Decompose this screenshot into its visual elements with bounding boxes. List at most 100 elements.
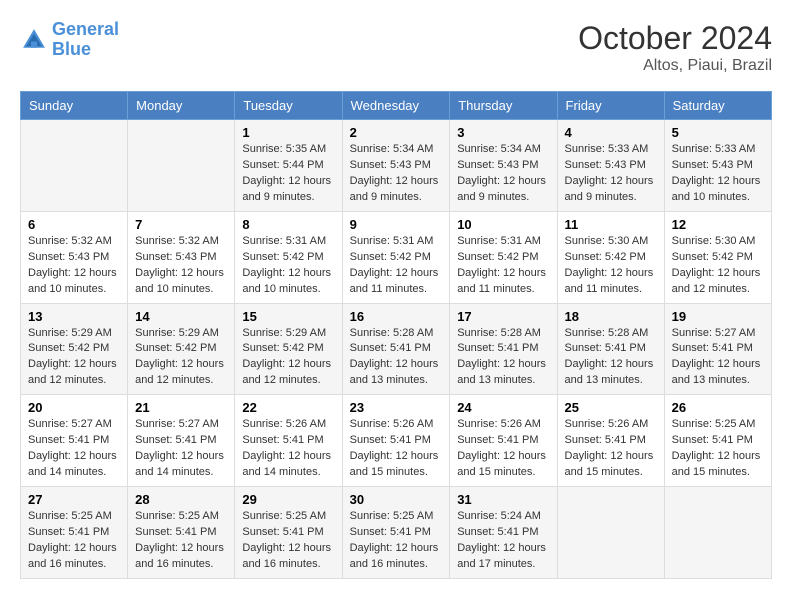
calendar-cell: 5 Sunrise: 5:33 AMSunset: 5:43 PMDaylight… — [664, 120, 771, 212]
logo-icon — [20, 26, 48, 54]
calendar-cell: 3 Sunrise: 5:34 AMSunset: 5:43 PMDaylight… — [450, 120, 557, 212]
day-info: Sunrise: 5:29 AMSunset: 5:42 PMDaylight:… — [28, 326, 120, 390]
week-row-5: 27Sunrise: 5:25 AMSunset: 5:41 PMDayligh… — [21, 487, 772, 579]
day-info: Sunrise: 5:29 AMSunset: 5:42 PMDaylight:… — [135, 326, 227, 390]
day-number: 5 — [672, 125, 764, 140]
day-info: Sunrise: 5:31 AMSunset: 5:42 PMDaylight:… — [242, 234, 334, 298]
logo: General Blue — [20, 20, 119, 60]
logo-line1: General — [52, 19, 119, 39]
day-info: Sunrise: 5:25 AMSunset: 5:41 PMDaylight:… — [135, 509, 227, 573]
day-info: Sunrise: 5:33 AMSunset: 5:43 PMDaylight:… — [672, 142, 764, 206]
day-info: Sunrise: 5:28 AMSunset: 5:41 PMDaylight:… — [350, 326, 443, 390]
day-info: Sunrise: 5:34 AMSunset: 5:43 PMDaylight:… — [350, 142, 443, 206]
header-cell-friday: Friday — [557, 92, 664, 120]
calendar-cell: 21 Sunrise: 5:27 AMSunset: 5:41 PMDayligh… — [128, 395, 235, 487]
location-subtitle: Altos, Piaui, Brazil — [578, 57, 772, 75]
header-cell-saturday: Saturday — [664, 92, 771, 120]
day-info: Sunrise: 5:30 AMSunset: 5:42 PMDaylight:… — [672, 234, 764, 298]
day-info: Sunrise: 5:26 AMSunset: 5:41 PMDaylight:… — [242, 417, 334, 481]
calendar-cell: 22 Sunrise: 5:26 AMSunset: 5:41 PMDayligh… — [235, 395, 342, 487]
calendar-cell: 8 Sunrise: 5:31 AMSunset: 5:42 PMDaylight… — [235, 211, 342, 303]
day-number: 7 — [135, 217, 227, 232]
title-block: October 2024 Altos, Piaui, Brazil — [578, 20, 772, 75]
day-info: Sunrise: 5:26 AMSunset: 5:41 PMDaylight:… — [565, 417, 657, 481]
day-info: Sunrise: 5:24 AMSunset: 5:41 PMDaylight:… — [457, 509, 549, 573]
calendar-cell: 25 Sunrise: 5:26 AMSunset: 5:41 PMDayligh… — [557, 395, 664, 487]
day-number: 25 — [565, 400, 657, 415]
calendar-cell: 30 Sunrise: 5:25 AMSunset: 5:41 PMDayligh… — [342, 487, 450, 579]
week-row-2: 6 Sunrise: 5:32 AMSunset: 5:43 PMDaylight… — [21, 211, 772, 303]
day-number: 18 — [565, 309, 657, 324]
day-info: Sunrise: 5:33 AMSunset: 5:43 PMDaylight:… — [565, 142, 657, 206]
day-number: 12 — [672, 217, 764, 232]
day-number: 6 — [28, 217, 120, 232]
header-row: SundayMondayTuesdayWednesdayThursdayFrid… — [21, 92, 772, 120]
day-number: 13 — [28, 309, 120, 324]
calendar-cell: 6Sunrise: 5:32 AMSunset: 5:43 PMDaylight… — [21, 211, 128, 303]
calendar-cell: 9 Sunrise: 5:31 AMSunset: 5:42 PMDaylight… — [342, 211, 450, 303]
day-info: Sunrise: 5:30 AMSunset: 5:42 PMDaylight:… — [565, 234, 657, 298]
day-number: 1 — [242, 125, 334, 140]
day-info: Sunrise: 5:27 AMSunset: 5:41 PMDaylight:… — [135, 417, 227, 481]
day-number: 17 — [457, 309, 549, 324]
day-info: Sunrise: 5:31 AMSunset: 5:42 PMDaylight:… — [457, 234, 549, 298]
calendar-cell: 29 Sunrise: 5:25 AMSunset: 5:41 PMDayligh… — [235, 487, 342, 579]
day-info: Sunrise: 5:31 AMSunset: 5:42 PMDaylight:… — [350, 234, 443, 298]
calendar-cell: 15Sunrise: 5:29 AMSunset: 5:42 PMDayligh… — [235, 303, 342, 395]
calendar-cell: 31Sunrise: 5:24 AMSunset: 5:41 PMDayligh… — [450, 487, 557, 579]
day-info: Sunrise: 5:28 AMSunset: 5:41 PMDaylight:… — [565, 326, 657, 390]
calendar-cell: 1 Sunrise: 5:35 AMSunset: 5:44 PMDaylight… — [235, 120, 342, 212]
calendar-cell: 28Sunrise: 5:25 AMSunset: 5:41 PMDayligh… — [128, 487, 235, 579]
calendar-cell: 13 Sunrise: 5:29 AMSunset: 5:42 PMDayligh… — [21, 303, 128, 395]
day-info: Sunrise: 5:34 AMSunset: 5:43 PMDaylight:… — [457, 142, 549, 206]
calendar-cell: 2 Sunrise: 5:34 AMSunset: 5:43 PMDaylight… — [342, 120, 450, 212]
day-info: Sunrise: 5:35 AMSunset: 5:44 PMDaylight:… — [242, 142, 334, 206]
day-number: 2 — [350, 125, 443, 140]
day-number: 9 — [350, 217, 443, 232]
calendar-cell: 11Sunrise: 5:30 AMSunset: 5:42 PMDayligh… — [557, 211, 664, 303]
calendar-cell: 19 Sunrise: 5:27 AMSunset: 5:41 PMDayligh… — [664, 303, 771, 395]
day-number: 22 — [242, 400, 334, 415]
page-header: General Blue October 2024 Altos, Piaui, … — [20, 20, 772, 75]
day-info: Sunrise: 5:25 AMSunset: 5:41 PMDaylight:… — [28, 509, 120, 573]
calendar-cell: 26 Sunrise: 5:25 AMSunset: 5:41 PMDayligh… — [664, 395, 771, 487]
day-info: Sunrise: 5:25 AMSunset: 5:41 PMDaylight:… — [350, 509, 443, 573]
day-info: Sunrise: 5:26 AMSunset: 5:41 PMDaylight:… — [457, 417, 549, 481]
day-info: Sunrise: 5:28 AMSunset: 5:41 PMDaylight:… — [457, 326, 549, 390]
header-cell-tuesday: Tuesday — [235, 92, 342, 120]
day-number: 8 — [242, 217, 334, 232]
calendar-cell: 27Sunrise: 5:25 AMSunset: 5:41 PMDayligh… — [21, 487, 128, 579]
week-row-3: 13 Sunrise: 5:29 AMSunset: 5:42 PMDayligh… — [21, 303, 772, 395]
day-number: 29 — [242, 492, 334, 507]
day-number: 26 — [672, 400, 764, 415]
day-number: 16 — [350, 309, 443, 324]
calendar-cell: 14 Sunrise: 5:29 AMSunset: 5:42 PMDayligh… — [128, 303, 235, 395]
day-number: 15 — [242, 309, 334, 324]
day-number: 3 — [457, 125, 549, 140]
day-number: 21 — [135, 400, 227, 415]
calendar-cell: 24Sunrise: 5:26 AMSunset: 5:41 PMDayligh… — [450, 395, 557, 487]
week-row-4: 20Sunrise: 5:27 AMSunset: 5:41 PMDayligh… — [21, 395, 772, 487]
calendar-cell: 7 Sunrise: 5:32 AMSunset: 5:43 PMDaylight… — [128, 211, 235, 303]
day-info: Sunrise: 5:25 AMSunset: 5:41 PMDaylight:… — [242, 509, 334, 573]
day-info: Sunrise: 5:27 AMSunset: 5:41 PMDaylight:… — [672, 326, 764, 390]
day-number: 23 — [350, 400, 443, 415]
header-cell-sunday: Sunday — [21, 92, 128, 120]
day-info: Sunrise: 5:25 AMSunset: 5:41 PMDaylight:… — [672, 417, 764, 481]
header-cell-monday: Monday — [128, 92, 235, 120]
week-row-1: 1 Sunrise: 5:35 AMSunset: 5:44 PMDaylight… — [21, 120, 772, 212]
day-number: 30 — [350, 492, 443, 507]
calendar-cell: 12 Sunrise: 5:30 AMSunset: 5:42 PMDayligh… — [664, 211, 771, 303]
logo-text: General Blue — [52, 20, 119, 60]
day-info: Sunrise: 5:27 AMSunset: 5:41 PMDaylight:… — [28, 417, 120, 481]
calendar-cell: 17 Sunrise: 5:28 AMSunset: 5:41 PMDayligh… — [450, 303, 557, 395]
calendar-cell: 4Sunrise: 5:33 AMSunset: 5:43 PMDaylight… — [557, 120, 664, 212]
calendar-cell: 16 Sunrise: 5:28 AMSunset: 5:41 PMDayligh… — [342, 303, 450, 395]
calendar-cell: 18 Sunrise: 5:28 AMSunset: 5:41 PMDayligh… — [557, 303, 664, 395]
day-number: 19 — [672, 309, 764, 324]
day-info: Sunrise: 5:32 AMSunset: 5:43 PMDaylight:… — [135, 234, 227, 298]
calendar-table: SundayMondayTuesdayWednesdayThursdayFrid… — [20, 91, 772, 579]
month-title: October 2024 — [578, 20, 772, 57]
calendar-cell: 20Sunrise: 5:27 AMSunset: 5:41 PMDayligh… — [21, 395, 128, 487]
day-number: 14 — [135, 309, 227, 324]
